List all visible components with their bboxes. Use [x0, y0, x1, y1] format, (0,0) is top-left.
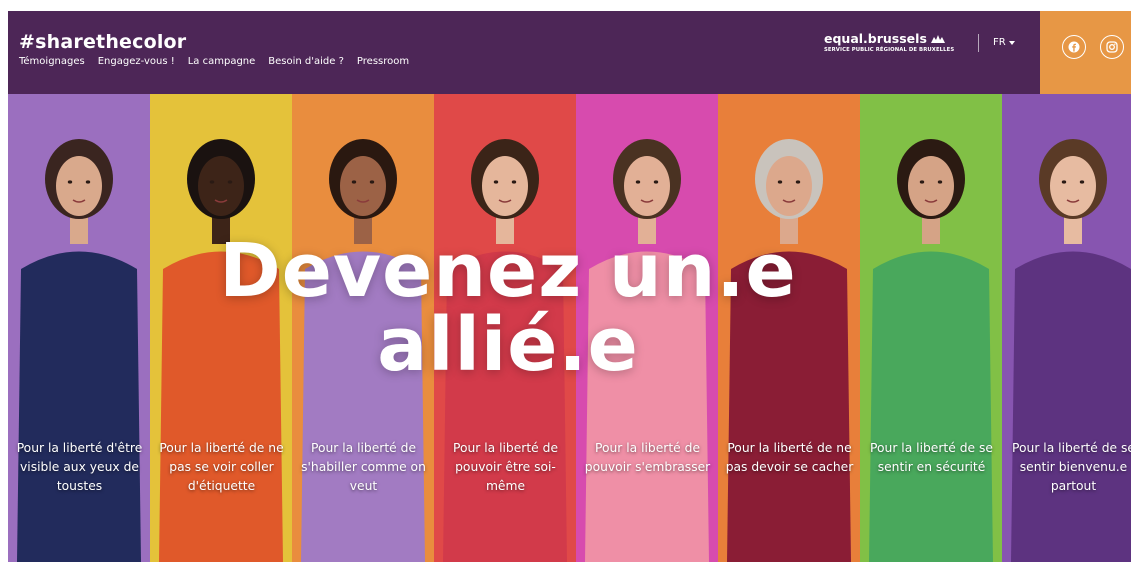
- panel-caption: Pour la liberté de ne pas se voir coller…: [159, 441, 284, 493]
- panel-caption: Pour la liberté d'être visible aux yeux …: [16, 441, 143, 493]
- social-bar: [1040, 11, 1131, 94]
- panel-caption: Pour la liberté de pouvoir s'embrasser: [584, 441, 711, 474]
- nav-item-la-campagne[interactable]: La campagne: [188, 56, 256, 67]
- equal-brussels-logo[interactable]: equal.brussels SERVICE PUBLIC RÉGIONAL D…: [824, 31, 954, 53]
- headline-line-1: Devenez un.e: [219, 228, 797, 314]
- language-selector[interactable]: FR: [993, 37, 1015, 48]
- panel-caption: Pour la liberté de s'habiller comme on v…: [301, 441, 426, 493]
- nav-item-besoin-aide[interactable]: Besoin d'aide ?: [268, 56, 344, 67]
- panel-caption: Pour la liberté de se sentir bienvenu.e …: [1012, 441, 1131, 493]
- facebook-icon[interactable]: [1062, 35, 1086, 59]
- nav-item-temoignages[interactable]: Témoignages: [19, 56, 85, 67]
- site-brand[interactable]: #sharethecolor: [19, 31, 186, 53]
- nav-item-pressroom[interactable]: Pressroom: [357, 56, 409, 67]
- portrait-panel[interactable]: Pour la liberté de se sentir bienvenu.e …: [1002, 94, 1131, 562]
- hero-headline: Devenez un.e allié.e: [8, 234, 1008, 382]
- header-divider: [978, 34, 979, 52]
- language-label: FR: [993, 37, 1006, 48]
- site-header: #sharethecolor Témoignages Engagez-vous …: [8, 11, 1131, 94]
- chevron-down-icon: [1008, 40, 1015, 45]
- headline-line-2: allié.e: [377, 302, 639, 388]
- panel-caption: Pour la liberté de se sentir en sécurité: [870, 441, 993, 474]
- page-frame: #sharethecolor Témoignages Engagez-vous …: [8, 11, 1131, 562]
- instagram-icon[interactable]: [1100, 35, 1124, 59]
- brussels-iris-icon: [930, 34, 945, 43]
- logo-subtitle: SERVICE PUBLIC RÉGIONAL DE BRUXELLES: [824, 47, 955, 53]
- logo-text: equal.brussels: [824, 31, 927, 46]
- panel-caption: Pour la liberté de ne pas devoir se cach…: [725, 441, 854, 474]
- nav-item-engagez-vous[interactable]: Engagez-vous !: [98, 56, 175, 67]
- main-nav: Témoignages Engagez-vous ! La campagne B…: [19, 56, 409, 67]
- panel-caption: Pour la liberté de pouvoir être soi-même: [452, 441, 559, 493]
- hero-banner: Pour la liberté d'être visible aux yeux …: [8, 94, 1131, 562]
